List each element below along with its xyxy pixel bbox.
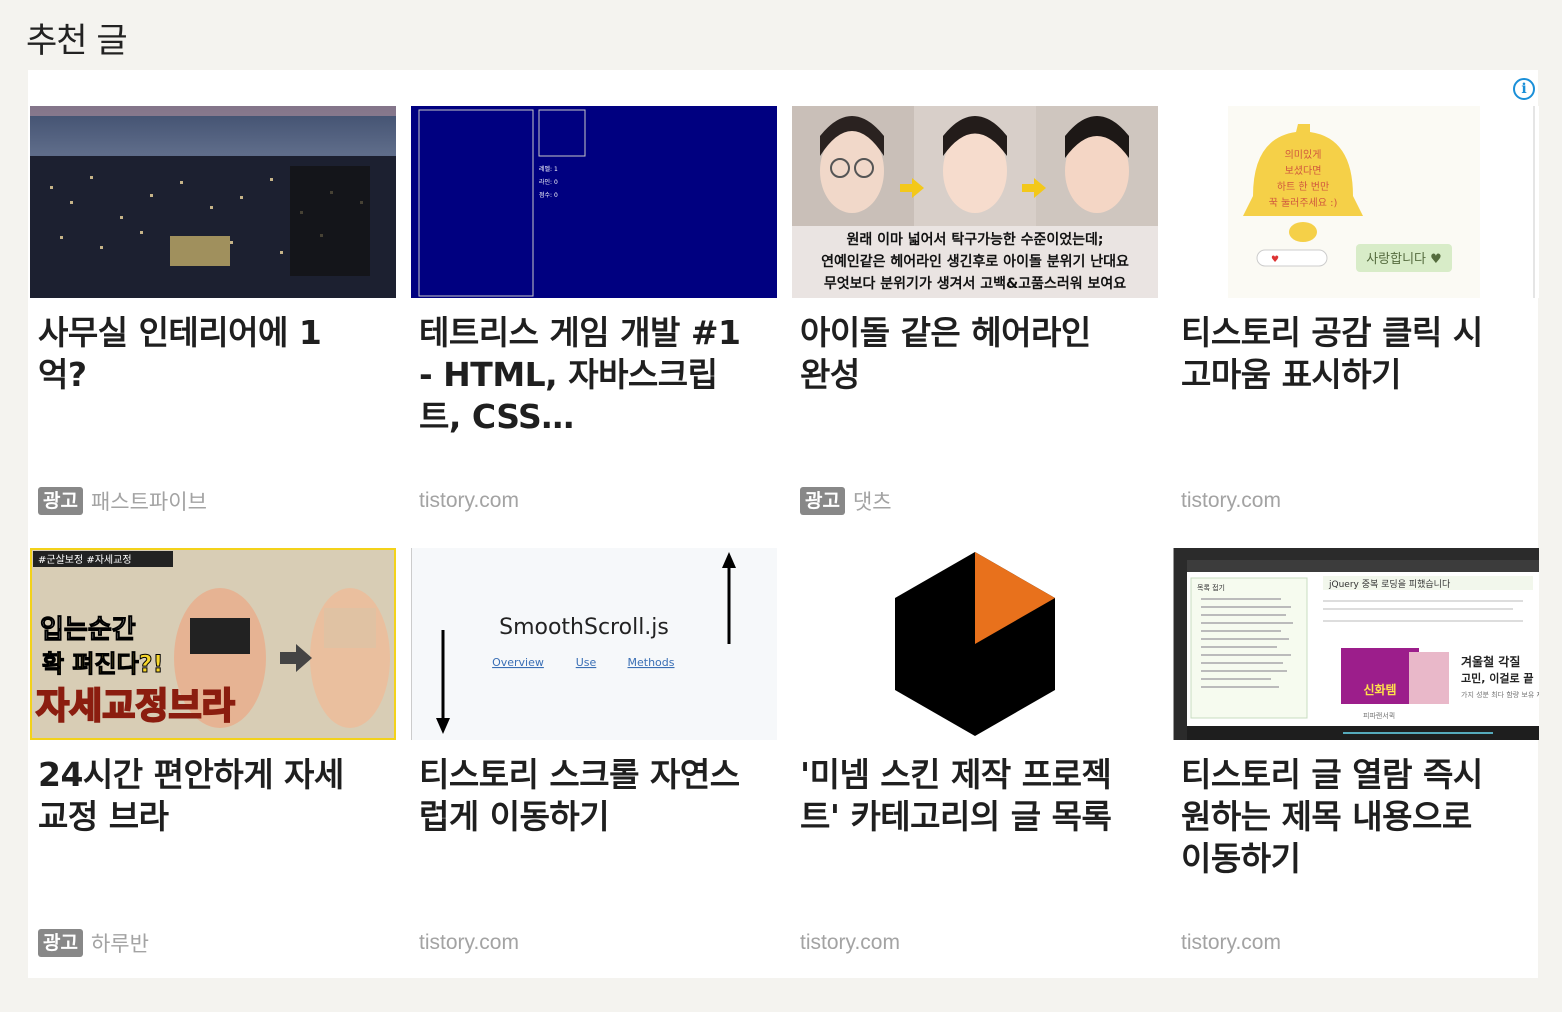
ad-badge: 광고 — [38, 487, 83, 515]
jquery-heading: jQuery 중복 로딩을 피했습니다 — [1328, 578, 1451, 590]
bra-hashtags: #군살보정 #자세교정 — [38, 554, 132, 566]
browser-screenshot-image: 목록 접기 jQuery 중복 로딩을 피했습니다 신화템 겨울철 각질 고민,… — [1173, 548, 1539, 740]
card-hairline-ad[interactable]: 원래 이마 넓어서 탁구가능한 수준이었는데; 연예인같은 헤어라인 생긴후로 … — [792, 106, 1158, 526]
bell-text-2: 보셨다면 — [1285, 165, 1322, 177]
thumbnail-hexagon-logo[interactable] — [792, 548, 1158, 740]
hairline-caption-2: 연예인같은 헤어라인 생긴후로 아이돌 분위기 난대요 — [821, 253, 1129, 270]
toc-heading: 목록 접기 — [1197, 583, 1225, 592]
info-icon[interactable]: i — [1513, 78, 1535, 100]
card-title[interactable]: 티스토리 공감 클릭 시 고마움 표시하기 — [1181, 312, 1511, 396]
thumbnail-hairline[interactable]: 원래 이마 넓어서 탁구가능한 수준이었는데; 연예인같은 헤어라인 생긴후로 … — [792, 106, 1158, 298]
tetris-level: 레벨: 1 — [539, 165, 558, 173]
thumbnail-city-night[interactable] — [30, 106, 396, 298]
card-office-interior-ad[interactable]: 사무실 인테리어에 1억? 광고 패스트파이브 — [30, 106, 396, 526]
source-name: tistory.com — [800, 931, 900, 954]
smoothscroll-image: SmoothScroll.js Overview Use Methods — [411, 548, 777, 740]
ad-headline-2: 고민, 이걸로 끝 — [1461, 671, 1534, 685]
ad-headline-1: 겨울철 각질 — [1461, 654, 1520, 669]
card-source: 광고 패스트파이브 — [38, 484, 207, 518]
source-name: 하루반 — [90, 933, 149, 956]
source-name: tistory.com — [419, 489, 519, 512]
card-smooth-scroll[interactable]: SmoothScroll.js Overview Use Methods 티스토… — [411, 548, 777, 968]
tetris-game-image: 레벨: 1 라인: 0 점수: 0 — [411, 106, 777, 298]
card-source: 광고 댓츠 — [800, 484, 892, 518]
card-source: tistory.com — [419, 484, 519, 518]
card-title[interactable]: 티스토리 글 열람 즉시 원하는 제목 내용으로 이동하기 — [1181, 754, 1511, 880]
card-source: tistory.com — [1181, 484, 1281, 518]
bell-text-3: 하트 한 번만 — [1277, 180, 1329, 193]
thumbnail-smoothscroll[interactable]: SmoothScroll.js Overview Use Methods — [411, 548, 777, 740]
hexagon-logo-image — [792, 548, 1158, 740]
hairline-caption-1: 원래 이마 넓어서 탁구가능한 수준이었는데; — [847, 231, 1104, 248]
card-source: 광고 하루반 — [38, 926, 149, 960]
bell-image: 의미있게 보셨다면 하트 한 번만 꾹 눌러주세요 :) ♥ 사랑합니다 ♥ — [1173, 106, 1539, 298]
source-name: tistory.com — [1181, 931, 1281, 954]
ad-badge: 광고 — [38, 929, 83, 957]
card-title[interactable]: 사무실 인테리어에 1억? — [38, 312, 368, 396]
source-name: 패스트파이브 — [90, 491, 207, 514]
card-title[interactable]: '미넴 스킨 제작 프로젝트' 카테고리의 글 목록 — [800, 754, 1130, 838]
recommendation-panel: i 사무실 인테리어에 1억? 광고 패스트파이브 레벨: 1 라인: 0 점수… — [28, 70, 1539, 978]
card-minem-skin[interactable]: '미넴 스킨 제작 프로젝트' 카테고리의 글 목록 tistory.com — [792, 548, 1158, 968]
card-tistory-like[interactable]: 의미있게 보셨다면 하트 한 번만 꾹 눌러주세요 :) ♥ 사랑합니다 ♥ 티… — [1173, 106, 1539, 526]
smoothscroll-methods: Methods — [628, 656, 675, 669]
card-tistory-jump[interactable]: 목록 접기 jQuery 중복 로딩을 피했습니다 신화템 겨울철 각질 고민,… — [1173, 548, 1539, 968]
thumbnail-bell[interactable]: 의미있게 보셨다면 하트 한 번만 꾹 눌러주세요 :) ♥ 사랑합니다 ♥ — [1173, 106, 1539, 298]
smoothscroll-title: SmoothScroll.js — [499, 615, 669, 640]
smoothscroll-overview: Overview — [492, 656, 544, 669]
ad-brand: 피파랜서퀵 — [1363, 711, 1395, 720]
section-title: 추천 글 — [26, 21, 128, 61]
bra-text-3: 자세교정브라 — [36, 686, 235, 727]
smoothscroll-use: Use — [576, 656, 597, 669]
tetris-lines: 라인: 0 — [539, 178, 558, 186]
source-name: tistory.com — [1181, 489, 1281, 512]
bra-text-2: 확 펴진다?! — [42, 650, 164, 678]
tetris-score: 점수: 0 — [539, 192, 558, 199]
card-posture-bra-ad[interactable]: #군살보정 #자세교정 입는순간 확 펴진다?! 자세교정브라 24시간 편안하… — [30, 548, 396, 968]
source-name: tistory.com — [419, 931, 519, 954]
thumbnail-tetris[interactable]: 레벨: 1 라인: 0 점수: 0 — [411, 106, 777, 298]
ad-subtext: 가지 성분 최다 함량 보유 제품 — [1461, 690, 1539, 699]
ad-badge: 광고 — [800, 487, 845, 515]
city-night-image — [30, 106, 396, 298]
card-title[interactable]: 24시간 편안하게 자세교정 브라 — [38, 754, 368, 838]
card-source: tistory.com — [419, 926, 519, 960]
card-source: tistory.com — [1181, 926, 1281, 960]
ad-product-label: 신화템 — [1363, 682, 1396, 697]
bell-text-1: 의미있게 — [1285, 149, 1322, 161]
hairline-image: 원래 이마 넓어서 탁구가능한 수준이었는데; 연예인같은 헤어라인 생긴후로 … — [792, 106, 1158, 298]
hairline-caption-3: 무엇보다 분위기가 생겨서 고백&고품스러워 보여요 — [824, 275, 1126, 292]
bra-text-1: 입는순간 — [40, 615, 136, 645]
source-name: 댓츠 — [852, 491, 892, 514]
card-source: tistory.com — [800, 926, 900, 960]
thumbnail-posture-bra[interactable]: #군살보정 #자세교정 입는순간 확 펴진다?! 자세교정브라 — [30, 548, 396, 740]
bell-text-4: 꾹 눌러주세요 :) — [1269, 197, 1338, 209]
card-title[interactable]: 티스토리 스크롤 자연스럽게 이동하기 — [419, 754, 749, 838]
card-title[interactable]: 아이돌 같은 헤어라인 완성 — [800, 312, 1130, 396]
svg-text:♥: ♥ — [1271, 255, 1279, 265]
thumbnail-browser[interactable]: 목록 접기 jQuery 중복 로딩을 피했습니다 신화템 겨울철 각질 고민,… — [1173, 548, 1539, 740]
bell-love-button-text: 사랑합니다 ♥ — [1366, 252, 1442, 267]
card-title[interactable]: 테트리스 게임 개발 #1 - HTML, 자바스크립트, CSS… — [419, 312, 749, 438]
card-tetris[interactable]: 레벨: 1 라인: 0 점수: 0 테트리스 게임 개발 #1 - HTML, … — [411, 106, 777, 526]
posture-bra-image: #군살보정 #자세교정 입는순간 확 펴진다?! 자세교정브라 — [30, 548, 396, 740]
